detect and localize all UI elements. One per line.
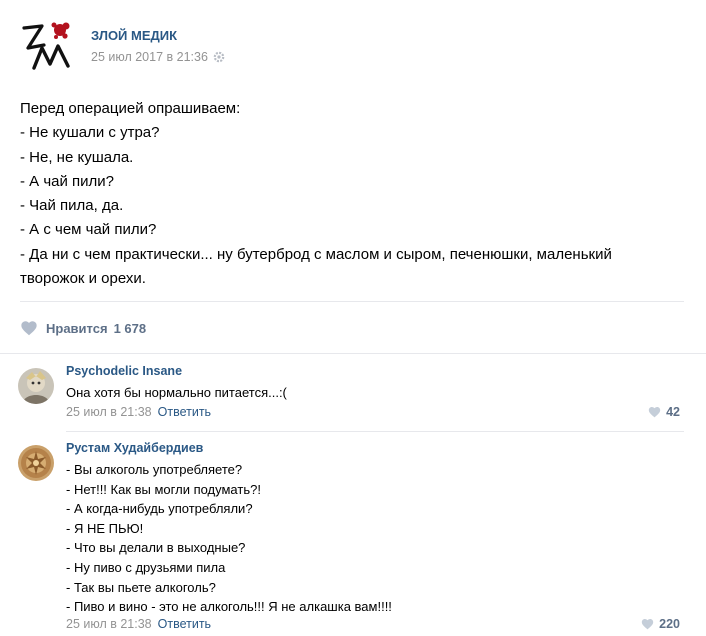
comment-text-line: - Что вы делали в выходные? bbox=[66, 540, 246, 556]
comment-text: Она хотя бы нормально питается...:( bbox=[66, 383, 287, 403]
comment-meta: 25 июл в 21:38 Ответить bbox=[66, 617, 211, 631]
comment-text-line: - Я НЕ ПЬЮ! bbox=[66, 520, 144, 536]
post-text-line: творожок и орехи. bbox=[20, 270, 146, 288]
post-text: Перед операцией опрашиваем: - Не кушали … bbox=[20, 97, 690, 291]
post-divider bbox=[20, 301, 684, 302]
post-text-line: - Не, не кушала. bbox=[20, 148, 134, 166]
comment-text-line: - Ну пиво с друзьями пила bbox=[66, 559, 226, 575]
like-button[interactable]: Нравится 1 678 bbox=[20, 318, 146, 338]
comment-date[interactable]: 25 июл в 21:38 bbox=[66, 617, 152, 631]
post-author[interactable]: ЗЛОЙ МЕДИК bbox=[91, 28, 177, 43]
post-date[interactable]: 25 июл 2017 в 21:36 bbox=[91, 50, 208, 64]
comment-text: - Вы алкоголь употребляете? - Нет!!! Как… bbox=[66, 460, 392, 617]
comment-date[interactable]: 25 июл в 21:38 bbox=[66, 405, 152, 419]
comment-like-button[interactable]: 42 bbox=[648, 405, 680, 419]
comment-divider bbox=[66, 431, 684, 432]
gear-icon[interactable] bbox=[213, 51, 225, 66]
post-text-line: - Не кушали с утра? bbox=[20, 124, 160, 142]
post-text-line: - А чай пили? bbox=[20, 172, 115, 190]
post-header: ЗЛОЙ МЕДИК 25 июл 2017 в 21:36 bbox=[20, 18, 680, 72]
comment-text-line: Она хотя бы нормально питается...:( bbox=[66, 385, 287, 400]
post-text-line: - А с чем чай пили? bbox=[20, 221, 157, 239]
like-count: 1 678 bbox=[113, 320, 147, 336]
avatar[interactable] bbox=[18, 445, 54, 481]
post-text-line: - Да ни с чем практически... ну бутербро… bbox=[20, 245, 612, 263]
comment-like-count: 42 bbox=[666, 405, 680, 419]
comment-text-line: - Пиво и вино - это не алкоголь!!! Я не … bbox=[66, 599, 392, 615]
comment-author[interactable]: Psychodelic Insane bbox=[66, 364, 182, 378]
avatar[interactable] bbox=[18, 368, 54, 404]
like-label: Нравится bbox=[46, 320, 108, 336]
comment: Psychodelic Insane Она хотя бы нормально… bbox=[18, 364, 688, 428]
comment: Рустам Худайбердиев - Вы алкоголь употре… bbox=[18, 441, 688, 635]
comment-author[interactable]: Рустам Худайбердиев bbox=[66, 441, 203, 455]
zm-logo-icon[interactable] bbox=[20, 18, 74, 72]
comment-text-line: - Вы алкоголь употребляете? bbox=[66, 462, 243, 477]
reply-button[interactable]: Ответить bbox=[158, 617, 211, 631]
post-text-line: Перед операцией опрашиваем: bbox=[20, 100, 241, 117]
comment-text-line: - А когда-нибудь употребляли? bbox=[66, 501, 253, 517]
heart-icon bbox=[648, 407, 661, 418]
post-date-line: 25 июл 2017 в 21:36 bbox=[91, 50, 225, 66]
comment-text-line: - Так вы пьете алкоголь? bbox=[66, 579, 216, 595]
post-text-line: - Чай пила, да. bbox=[20, 197, 124, 215]
comment-like-button[interactable]: 220 bbox=[641, 617, 680, 631]
comments-divider bbox=[0, 353, 706, 354]
comment-like-count: 220 bbox=[659, 617, 680, 631]
comment-text-line: - Нет!!! Как вы могли подумать?! bbox=[66, 481, 261, 497]
heart-icon bbox=[641, 619, 654, 630]
reply-button[interactable]: Ответить bbox=[158, 405, 211, 419]
comment-meta: 25 июл в 21:38 Ответить bbox=[66, 405, 211, 419]
heart-icon bbox=[21, 321, 37, 336]
